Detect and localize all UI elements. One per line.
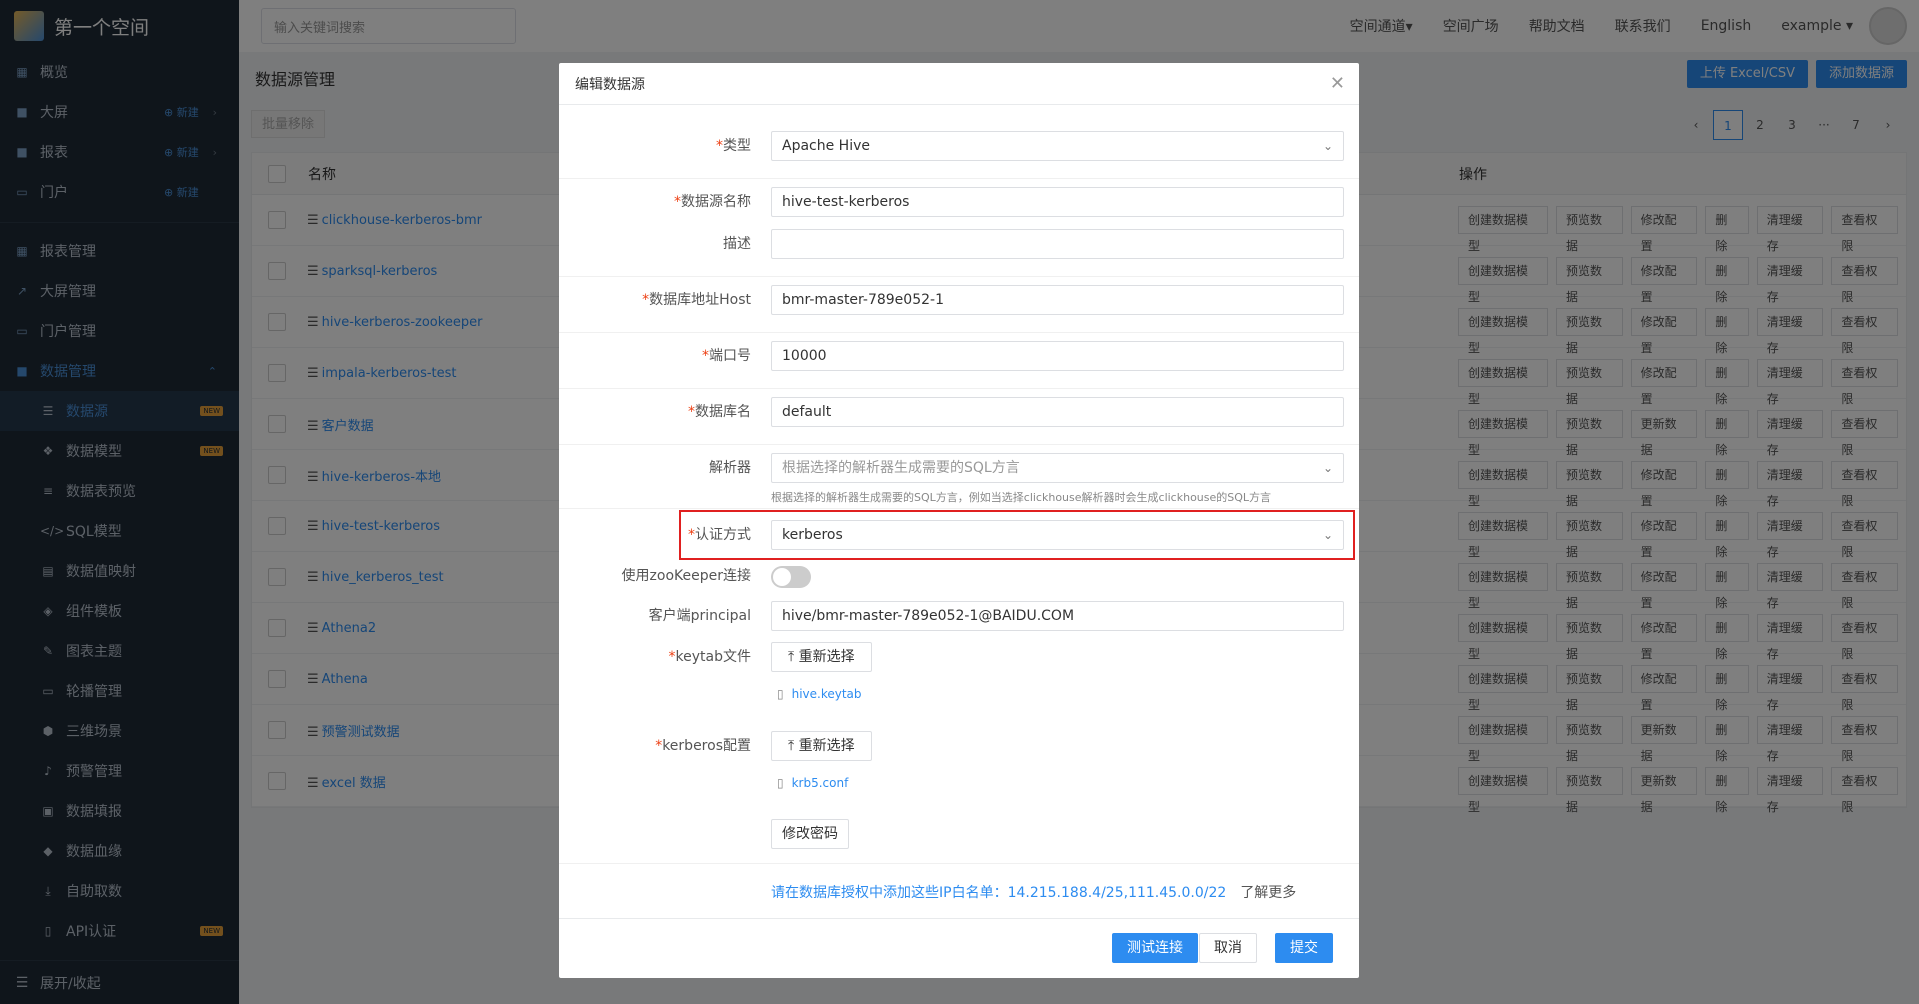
parser-label: 解析器: [709, 460, 751, 476]
krb-reselect-button[interactable]: ⤒ 重新选择: [771, 731, 872, 761]
divider: [559, 388, 1359, 389]
auth-method-select[interactable]: kerberos ⌄: [771, 520, 1344, 550]
keytab-row: *keytab文件 ⤒ 重新选择: [559, 642, 1359, 672]
divider: [559, 276, 1359, 277]
type-select[interactable]: Apache Hive ⌄: [771, 131, 1344, 161]
datasource-name-input[interactable]: hive-test-kerberos: [771, 187, 1344, 217]
test-connection-button[interactable]: 测试连接: [1112, 933, 1198, 963]
host-input[interactable]: bmr-master-789e052-1: [771, 285, 1344, 315]
divider: [559, 332, 1359, 333]
keytab-label: keytab文件: [675, 649, 751, 665]
name-label: 数据源名称: [681, 194, 751, 210]
zookeeper-toggle[interactable]: [771, 566, 811, 588]
auth-label: 认证方式: [695, 527, 751, 543]
krb-file[interactable]: ▯ krb5.conf: [777, 776, 848, 790]
divider: [559, 444, 1359, 445]
modal-title: 编辑数据源: [575, 76, 645, 93]
name-row: *数据源名称 hive-test-kerberos: [559, 187, 1359, 217]
learn-more-link[interactable]: 了解更多: [1240, 885, 1296, 901]
chevron-down-icon: ⌄: [1322, 461, 1333, 475]
divider: [559, 863, 1359, 864]
file-icon: ▯: [777, 687, 784, 701]
password-row: 修改密码: [559, 819, 1359, 849]
krb-label: kerberos配置: [662, 738, 751, 754]
chevron-down-icon: ⌄: [1322, 139, 1333, 153]
modal-header: 编辑数据源 ✕: [559, 63, 1359, 105]
host-label: 数据库地址Host: [649, 292, 751, 308]
parser-hint: 根据选择的解析器生成需要的SQL方言，例如当选择clickhouse解析器时会生…: [771, 491, 1272, 504]
parser-row: 解析器 根据选择的解析器生成需要的SQL方言 ⌄: [559, 453, 1359, 483]
parser-select[interactable]: 根据选择的解析器生成需要的SQL方言 ⌄: [771, 453, 1344, 483]
description-input[interactable]: [771, 229, 1344, 259]
chevron-down-icon: ⌄: [1322, 528, 1333, 542]
cancel-button[interactable]: 取消: [1199, 933, 1257, 963]
keytab-file[interactable]: ▯ hive.keytab: [777, 687, 862, 701]
dbname-input[interactable]: default: [771, 397, 1344, 427]
modal-footer: 测试连接 取消 提交: [559, 918, 1359, 978]
desc-label: 描述: [723, 236, 751, 252]
desc-row: 描述: [559, 229, 1359, 259]
type-row: *类型 Apache Hive ⌄: [559, 131, 1359, 161]
edit-datasource-modal: 编辑数据源 ✕ *类型 Apache Hive ⌄ *数据源名称 hive-tes…: [559, 63, 1359, 978]
file-icon: ▯: [777, 776, 784, 790]
principal-label: 客户端principal: [648, 608, 751, 624]
submit-button[interactable]: 提交: [1275, 933, 1333, 963]
keytab-reselect-button[interactable]: ⤒ 重新选择: [771, 642, 872, 672]
dbname-row: *数据库名 default: [559, 397, 1359, 427]
type-label: 类型: [723, 138, 751, 154]
auth-row: *认证方式 kerberos ⌄: [559, 520, 1359, 550]
dbname-label: 数据库名: [695, 404, 751, 420]
principal-row: 客户端principal hive/bmr-master-789e052-1@B…: [559, 601, 1359, 631]
upload-icon: ⤒: [788, 738, 799, 754]
krb-row: *kerberos配置 ⤒ 重新选择: [559, 731, 1359, 761]
toggle-knob: [773, 568, 791, 586]
zookeeper-label: 使用zooKeeper连接: [621, 568, 751, 584]
upload-icon: ⤒: [788, 649, 799, 665]
port-label: 端口号: [709, 348, 751, 364]
port-input[interactable]: 10000: [771, 341, 1344, 371]
divider: [559, 508, 1359, 509]
principal-input[interactable]: hive/bmr-master-789e052-1@BAIDU.COM: [771, 601, 1344, 631]
host-row: *数据库地址Host bmr-master-789e052-1: [559, 285, 1359, 315]
port-row: *端口号 10000: [559, 341, 1359, 371]
close-icon[interactable]: ✕: [1330, 73, 1345, 94]
divider: [559, 178, 1359, 179]
change-password-button[interactable]: 修改密码: [771, 819, 849, 849]
whitelist-notice: 请在数据库授权中添加这些IP白名单：14.215.188.4/25,111.45…: [771, 885, 1297, 901]
zookeeper-row: 使用zooKeeper连接: [559, 561, 1359, 591]
